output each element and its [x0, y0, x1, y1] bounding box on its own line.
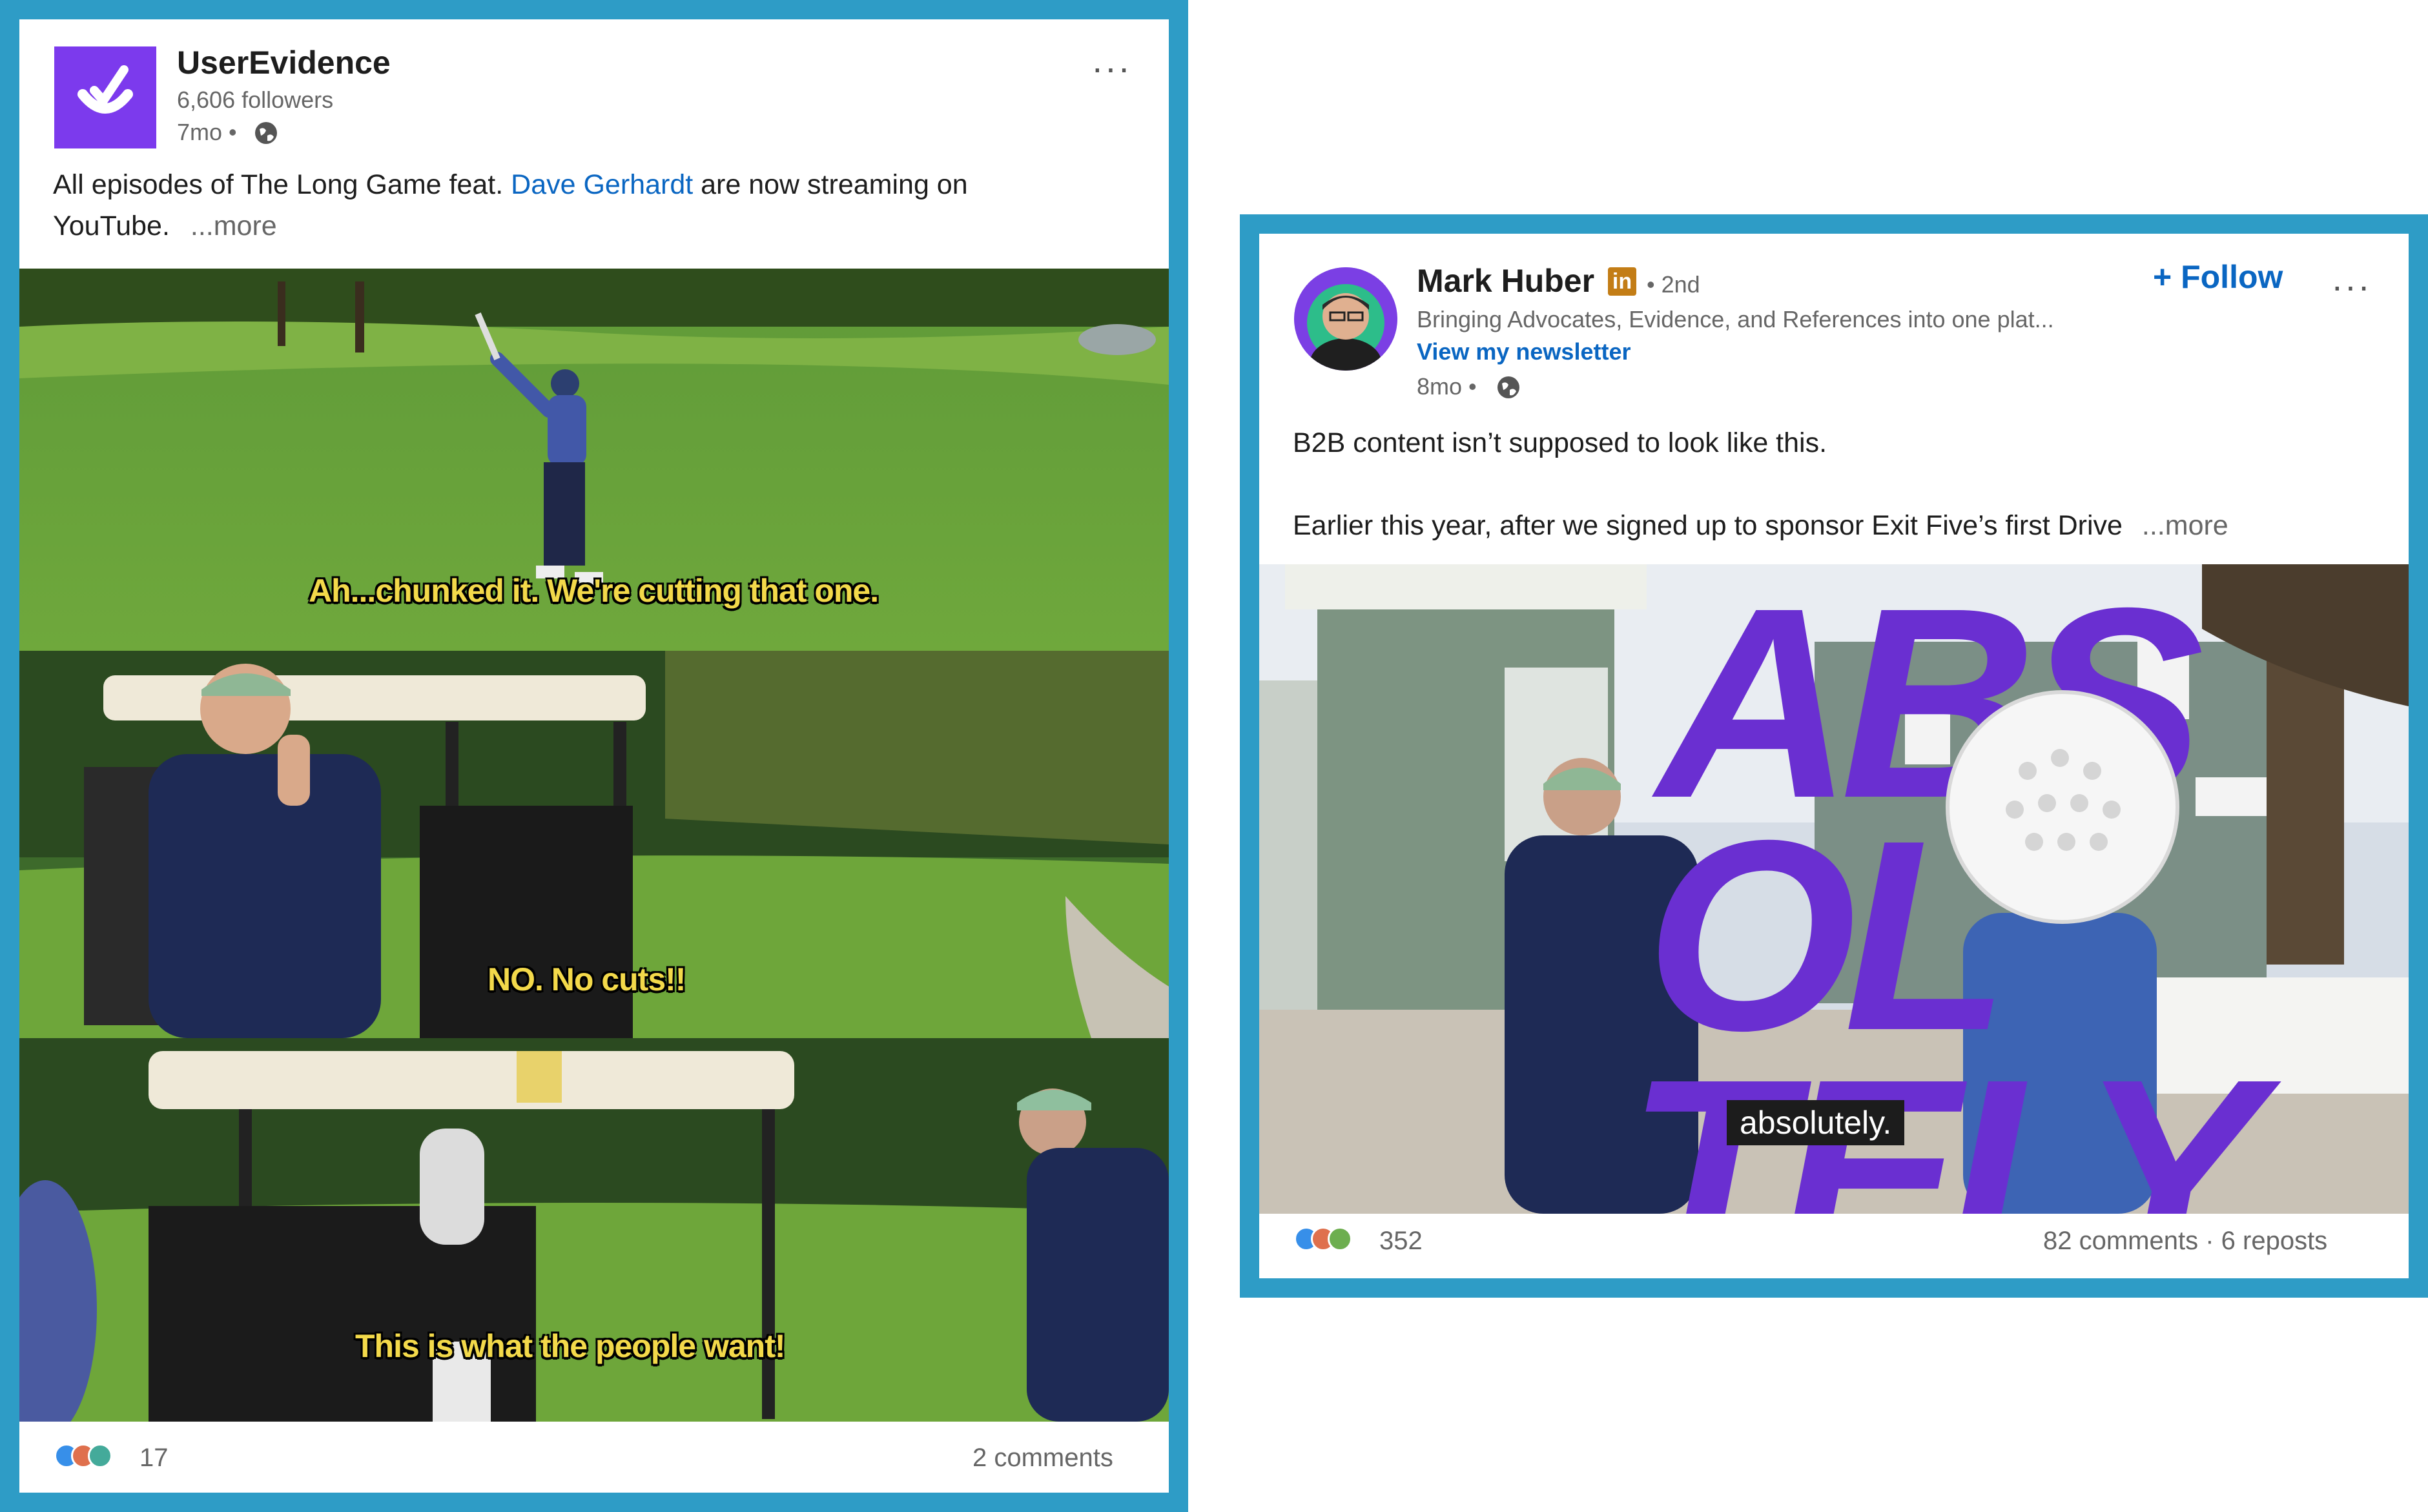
connection-degree: • 2nd [1647, 271, 1700, 298]
post-body-text: Earlier this year, after we signed up to… [1293, 510, 2123, 541]
video-caption: Ah...chunked it. We're cutting that one. [309, 573, 879, 609]
video-player[interactable]: ABS OL TELY absolutely. [1259, 564, 2409, 1214]
see-more-link[interactable]: ...more [2142, 510, 2228, 541]
video-frame-1[interactable]: Ah...chunked it. We're cutting that one. [19, 269, 1169, 651]
post-body-line-2: Earlier this year, after we signed up to… [1293, 505, 2228, 546]
post-body-text: All episodes of The Long Game feat. [53, 169, 511, 200]
reaction-count[interactable]: 352 [1379, 1227, 1423, 1256]
post-card-usere-vidence: UserEvidence 6,606 followers 7mo • ··· A… [19, 19, 1169, 1493]
post-body: All episodes of The Long Game feat. Dave… [53, 164, 968, 205]
video-caption-text: absolutely. [1740, 1105, 1892, 1141]
mention-link[interactable]: Dave Gerhardt [511, 169, 693, 200]
post-age: 7mo • [177, 119, 237, 145]
usere-vidence-logo-icon [77, 65, 133, 114]
post-body-line-2: YouTube. ...more [53, 205, 277, 247]
comments-count[interactable]: 2 comments [972, 1444, 1113, 1473]
reaction-count[interactable]: 17 [139, 1444, 169, 1473]
linkedin-badge-label: in [1612, 269, 1632, 294]
globe-icon [1497, 376, 1519, 398]
company-logo[interactable] [54, 46, 156, 148]
post-menu-button[interactable]: ··· [1091, 50, 1131, 86]
overlay-letters-tely: TELY [1627, 1023, 2283, 1214]
linkedin-premium-badge: in [1608, 267, 1636, 296]
post-body-line-1: B2B content isn’t supposed to look like … [1293, 427, 1827, 458]
video-caption: NO. No cuts!! [488, 961, 686, 997]
see-more-link[interactable]: ...more [190, 210, 277, 241]
celebrate-reaction-icon [1328, 1227, 1352, 1251]
video-caption: absolutely. [1727, 1100, 1905, 1145]
engagement-stats[interactable]: 82 comments · 6 reposts [2043, 1227, 2327, 1256]
post-body-text-cont: are now streaming on [693, 169, 968, 200]
post-card-mark-huber: Mark Huber in • 2nd Bringing Advocates, … [1259, 234, 2409, 1278]
post-body-text-end: YouTube. [53, 210, 170, 241]
post-menu-button[interactable]: ··· [2331, 268, 2371, 304]
follower-count: 6,606 followers [177, 87, 334, 113]
follow-button[interactable]: + Follow [2153, 258, 2283, 296]
insightful-reaction-icon [88, 1444, 112, 1468]
author-name[interactable]: Mark Huber [1417, 262, 1594, 300]
author-avatar[interactable] [1294, 267, 1397, 371]
author-headline: Bringing Advocates, Evidence, and Refere… [1417, 306, 2054, 332]
avatar-photo [1294, 267, 1397, 371]
video-caption: This is what the people want! [355, 1328, 786, 1364]
author-name[interactable]: UserEvidence [177, 44, 391, 81]
globe-icon [255, 122, 277, 144]
post-age: 8mo • [1417, 373, 1477, 400]
video-frame-3[interactable]: This is what the people want! [19, 1038, 1169, 1422]
newsletter-link[interactable]: View my newsletter [1417, 338, 1631, 365]
video-frame-2[interactable]: NO. No cuts!! [19, 651, 1169, 1038]
